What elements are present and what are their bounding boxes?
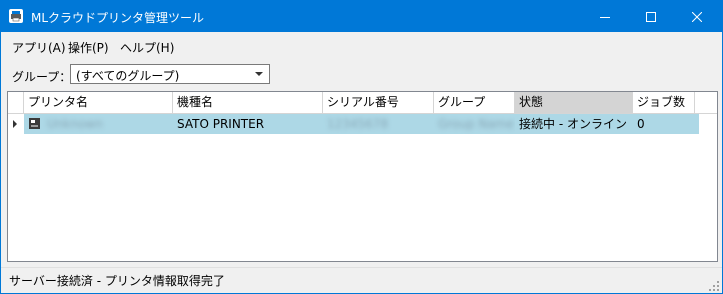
column-header-jobs[interactable]: ジョブ数: [633, 92, 695, 113]
group-filter-value: (すべてのグループ): [76, 69, 180, 83]
column-header-status[interactable]: 状態: [515, 92, 633, 113]
column-header-serial[interactable]: シリアル番号: [323, 92, 434, 113]
maximize-icon: [646, 11, 656, 22]
cell-serial[interactable]: 12345678: [323, 114, 434, 134]
menu-operation[interactable]: 操作(P): [68, 39, 109, 56]
row-selector[interactable]: [8, 114, 24, 134]
cell-printer-name[interactable]: Unknown: [24, 114, 173, 134]
current-row-arrow-icon: [13, 120, 17, 128]
group-filter-dropdown[interactable]: (すべてのグループ): [70, 64, 270, 84]
status-bar: サーバー接続済 - プリンタ情報取得完了: [1, 267, 722, 294]
minimize-button[interactable]: [582, 1, 628, 32]
row-header-corner: [8, 92, 24, 113]
chevron-down-icon: [255, 72, 263, 76]
cell-model[interactable]: SATO PRINTER: [173, 114, 323, 134]
column-header-model[interactable]: 機種名: [173, 92, 323, 113]
cell-jobs[interactable]: 0: [633, 114, 699, 134]
resize-grip-icon[interactable]: [709, 281, 719, 291]
column-header-group[interactable]: グループ: [434, 92, 515, 113]
printer-icon: [29, 118, 40, 129]
printer-app-icon: [9, 9, 23, 23]
printer-name-value: Unknown: [47, 117, 103, 131]
app-window: MLクラウドプリンタ管理ツール アプリ(A) 操作(P) ヘルプ(H) グループ…: [0, 0, 723, 294]
group-value: Group Name: [438, 117, 514, 131]
title-bar[interactable]: MLクラウドプリンタ管理ツール: [1, 1, 722, 32]
menu-bar: アプリ(A) 操作(P) ヘルプ(H): [1, 37, 722, 57]
status-text: サーバー接続済 - プリンタ情報取得完了: [9, 274, 225, 288]
menu-app[interactable]: アプリ(A): [12, 39, 66, 56]
close-button[interactable]: [674, 1, 720, 32]
window-title: MLクラウドプリンタ管理ツール: [31, 11, 205, 25]
column-header-printer-name[interactable]: プリンタ名: [24, 92, 173, 113]
maximize-button[interactable]: [628, 1, 674, 32]
grid-header: プリンタ名 機種名 シリアル番号 グループ 状態 ジョブ数: [8, 92, 717, 114]
close-icon: [692, 11, 702, 22]
serial-value: 12345678: [327, 117, 389, 131]
minimize-icon: [600, 16, 610, 18]
cell-status[interactable]: 接続中 - オンライン: [515, 114, 633, 134]
group-filter-label: グループ：: [12, 70, 72, 84]
printer-grid[interactable]: プリンタ名 機種名 シリアル番号 グループ 状態 ジョブ数 Unknown SA…: [7, 91, 718, 262]
menu-help[interactable]: ヘルプ(H): [120, 39, 174, 56]
cell-group[interactable]: Group Name: [434, 114, 515, 134]
table-row[interactable]: Unknown SATO PRINTER 12345678 Group Name…: [8, 114, 699, 134]
